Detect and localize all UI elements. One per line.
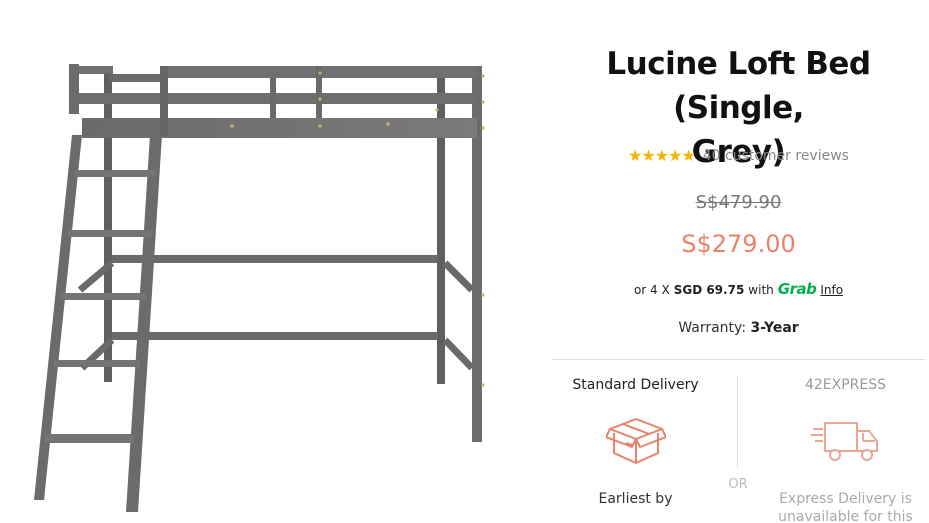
original-price: S$479.90 — [695, 192, 782, 213]
installment-amount: SGD 69.75 — [673, 283, 745, 297]
installment-info: or 4 X SGD 69.75 with Grab Info — [548, 280, 929, 298]
delivery-truck-icon — [810, 415, 881, 469]
delivery-divider — [737, 376, 738, 468]
warranty-label: Warranty: — [678, 320, 747, 336]
sale-price: S$279.00 — [681, 230, 796, 258]
installment-with: with — [748, 283, 774, 297]
installment-prefix: or 4 X — [633, 283, 670, 297]
box-icon — [604, 415, 667, 469]
warranty-value: 3-Year — [750, 320, 799, 336]
star-rating-icon: ★★★★★ — [628, 148, 696, 165]
product-title-line1: Lucine Loft Bed (Single, — [606, 46, 871, 126]
product-image[interactable] — [0, 0, 540, 523]
rating-row[interactable]: ★★★★★ 40 customer reviews — [548, 146, 929, 166]
grab-logo-icon: Grab — [777, 280, 817, 298]
reviews-link[interactable]: 40 customer reviews — [703, 148, 849, 164]
installment-info-link[interactable]: Info — [820, 283, 843, 297]
or-separator: OR — [728, 477, 748, 492]
express-delivery-title: 42EXPRESS — [804, 377, 887, 393]
standard-delivery-title: Standard Delivery — [572, 377, 699, 393]
loft-bed-illustration — [34, 64, 485, 512]
standard-delivery-text: Earliest by — [598, 491, 673, 507]
product-info-panel: Lucine Loft Bed (Single, Grey) ★★★★★ 40 … — [548, 0, 929, 523]
delivery-options: Standard Delivery Earliest by OR 42EXPRE… — [548, 360, 929, 523]
express-delivery-text: Express Delivery is unavailable for this — [778, 491, 913, 523]
warranty-info: Warranty: 3-Year — [548, 320, 929, 336]
